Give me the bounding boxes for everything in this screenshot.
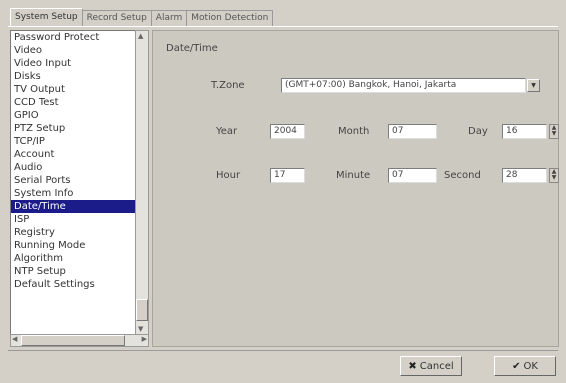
list-item-disks[interactable]: Disks	[11, 70, 135, 83]
tab-bar: System Setup Record Setup Alarm Motion D…	[10, 8, 274, 26]
tzone-label: T.Zone	[211, 80, 245, 91]
list-horizontal-scrollbar[interactable]: ◀ ▶	[10, 334, 149, 347]
list-item-ntp-setup[interactable]: NTP Setup	[11, 265, 135, 278]
ok-label: OK	[523, 361, 538, 372]
date-time-panel: Date/Time T.Zone (GMT+07:00) Bangkok, Ha…	[152, 30, 559, 347]
list-item-gpio[interactable]: GPIO	[11, 109, 135, 122]
tab-motion-detection[interactable]: Motion Detection	[186, 10, 274, 26]
check-icon: ✔	[512, 361, 521, 372]
day-label: Day	[468, 126, 488, 137]
list-item-default-settings[interactable]: Default Settings	[11, 278, 135, 291]
list-item-registry[interactable]: Registry	[11, 226, 135, 239]
cancel-label: Cancel	[419, 361, 454, 372]
list-item-system-info[interactable]: System Info	[11, 187, 135, 200]
year-field[interactable]: 2004	[270, 124, 305, 139]
list-item-password-protect[interactable]: Password Protect	[11, 31, 135, 44]
list-vertical-scrollbar[interactable]: ▲ ▼	[135, 30, 149, 335]
list-item-tcpip[interactable]: TCP/IP	[11, 135, 135, 148]
list-item-date-time[interactable]: Date/Time	[11, 200, 135, 213]
ok-button[interactable]: ✔ OK	[494, 356, 556, 376]
list-item-tv-output[interactable]: TV Output	[11, 83, 135, 96]
second-field[interactable]: 28	[502, 168, 547, 183]
tab-alarm[interactable]: Alarm	[150, 10, 188, 26]
list-item-audio[interactable]: Audio	[11, 161, 135, 174]
scroll-down-icon[interactable]: ▼	[138, 325, 143, 333]
minute-field[interactable]: 07	[388, 168, 437, 183]
settings-category-list[interactable]: Password Protect Video Video Input Disks…	[10, 30, 136, 335]
chevron-down-icon[interactable]: ▼	[527, 79, 540, 92]
day-field[interactable]: 16	[502, 124, 547, 139]
month-label: Month	[338, 126, 370, 137]
bottom-separator	[8, 350, 558, 351]
tzone-select[interactable]: (GMT+07:00) Bangkok, Hanoi, Jakarta	[281, 78, 526, 93]
list-item-algorithm[interactable]: Algorithm	[11, 252, 135, 265]
group-title: Date/Time	[166, 43, 218, 54]
scroll-right-icon[interactable]: ▶	[142, 335, 147, 343]
list-item-video[interactable]: Video	[11, 44, 135, 57]
horizontal-scrollbar-thumb[interactable]	[21, 335, 125, 346]
minute-label: Minute	[336, 170, 371, 181]
scroll-left-icon[interactable]: ◀	[12, 335, 17, 343]
cancel-button[interactable]: ✖ Cancel	[400, 356, 462, 376]
list-item-ptz-setup[interactable]: PTZ Setup	[11, 122, 135, 135]
scrollbar-thumb[interactable]	[136, 299, 148, 321]
tab-panel-border	[8, 26, 558, 27]
hour-field[interactable]: 17	[270, 168, 305, 183]
list-item-isp[interactable]: ISP	[11, 213, 135, 226]
tab-record-setup[interactable]: Record Setup	[81, 10, 152, 26]
list-item-account[interactable]: Account	[11, 148, 135, 161]
year-label: Year	[216, 126, 238, 137]
day-spinner-icon[interactable]: ▲ ▼	[549, 124, 559, 139]
list-item-ccd-test[interactable]: CCD Test	[11, 96, 135, 109]
hour-label: Hour	[216, 170, 241, 181]
list-item-running-mode[interactable]: Running Mode	[11, 239, 135, 252]
month-field[interactable]: 07	[388, 124, 437, 139]
tab-system-setup[interactable]: System Setup	[10, 8, 83, 26]
scroll-up-icon[interactable]: ▲	[138, 32, 143, 40]
list-item-video-input[interactable]: Video Input	[11, 57, 135, 70]
second-label: Second	[444, 170, 481, 181]
settings-window: System Setup Record Setup Alarm Motion D…	[0, 0, 566, 383]
x-icon: ✖	[408, 361, 417, 372]
second-spinner-icon[interactable]: ▲ ▼	[549, 168, 559, 183]
list-item-serial-ports[interactable]: Serial Ports	[11, 174, 135, 187]
